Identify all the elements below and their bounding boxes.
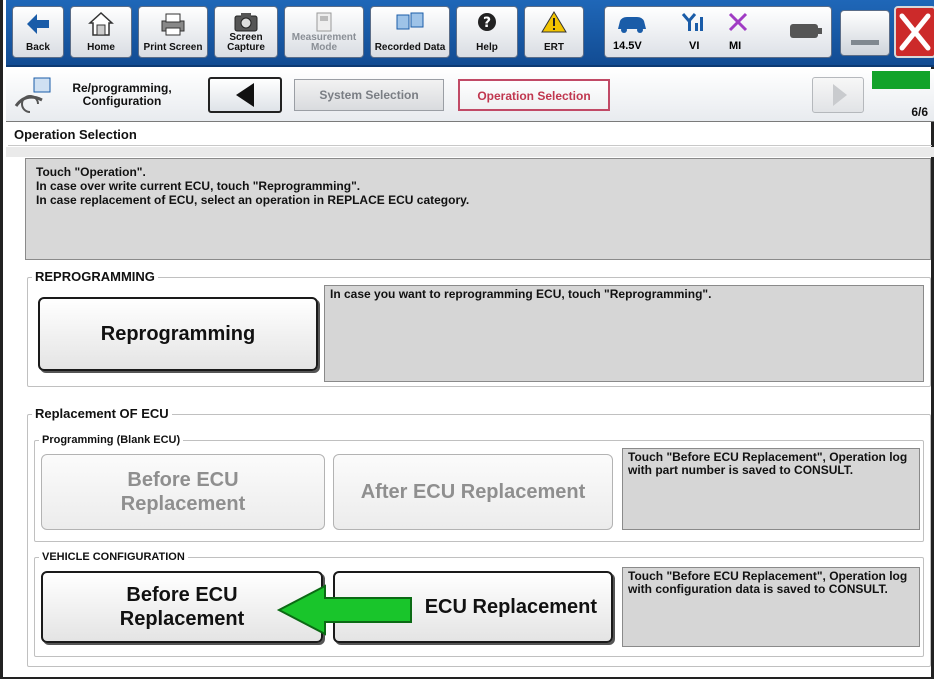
printer-icon bbox=[161, 13, 185, 36]
mi-status: MI bbox=[729, 40, 742, 52]
right-triangle-icon bbox=[833, 84, 847, 106]
battery-icon bbox=[790, 24, 822, 38]
instruction-line: In case replacement of ECU, select an op… bbox=[36, 193, 470, 207]
navigation-bar: Re/programming, Configuration System Sel… bbox=[6, 69, 934, 122]
warning-icon bbox=[541, 11, 567, 33]
vi-status: VI bbox=[689, 40, 700, 52]
green-pointer-arrow-icon bbox=[276, 584, 412, 636]
signal-icon bbox=[681, 13, 703, 31]
instruction-line: Touch "Operation". bbox=[36, 165, 146, 179]
next-step-button[interactable] bbox=[812, 77, 864, 113]
minimize-button[interactable] bbox=[840, 10, 890, 56]
meter-icon bbox=[316, 12, 332, 32]
group-title: REPROGRAMMING bbox=[32, 269, 158, 284]
home-icon bbox=[88, 11, 114, 36]
app-window: Back Home Print Screen Screen Capture Me… bbox=[0, 0, 934, 679]
button-label: Replacement bbox=[119, 608, 245, 630]
left-triangle-icon bbox=[236, 83, 254, 107]
instruction-box: Touch "Operation". In case over write cu… bbox=[25, 158, 931, 260]
app-title: Re/programming, Configuration bbox=[72, 81, 172, 108]
breadcrumb-operation-selection[interactable]: Operation Selection bbox=[458, 79, 610, 111]
app-indicator: Re/programming, Configuration bbox=[10, 74, 200, 118]
blank-after-ecu-replacement-button[interactable]: After ECU Replacement bbox=[333, 454, 613, 530]
camera-icon bbox=[234, 13, 258, 32]
group-title: Replacement OF ECU bbox=[32, 406, 172, 421]
svg-text:?: ? bbox=[483, 15, 491, 31]
button-label: Replacement bbox=[120, 493, 246, 515]
reprogramming-icon bbox=[14, 77, 51, 113]
screen-capture-button[interactable]: Screen Capture bbox=[214, 6, 278, 58]
help-icon: ? bbox=[478, 13, 496, 31]
vehicle-config-description: Touch "Before ECU Replacement", Operatio… bbox=[622, 567, 920, 647]
section-title: Operation Selection bbox=[8, 124, 932, 146]
status-panel: 14.5V VI MI bbox=[604, 6, 832, 58]
help-button[interactable]: ? Help bbox=[456, 6, 518, 58]
blank-ecu-description: Touch "Before ECU Replacement", Operatio… bbox=[622, 448, 920, 530]
reprogramming-description: In case you want to reprogramming ECU, t… bbox=[324, 285, 924, 382]
divider bbox=[6, 147, 934, 157]
instruction-line: In case over write current ECU, touch "R… bbox=[36, 179, 361, 193]
button-label: Before ECU bbox=[127, 469, 239, 491]
mi-disconnected-icon bbox=[728, 12, 748, 32]
breadcrumb-system-selection[interactable]: System Selection bbox=[294, 79, 444, 111]
step-progress: 6/6 bbox=[872, 71, 930, 119]
minimize-icon bbox=[851, 40, 879, 45]
group-title: VEHICLE CONFIGURATION bbox=[39, 551, 188, 563]
back-button[interactable]: Back bbox=[12, 6, 64, 58]
recorded-data-button[interactable]: Recorded Data bbox=[370, 6, 450, 58]
back-arrow-icon bbox=[27, 14, 49, 34]
voltage-readout: 14.5V bbox=[613, 40, 642, 52]
recorded-data-icon bbox=[396, 12, 424, 30]
car-battery-icon bbox=[618, 17, 646, 33]
previous-step-button[interactable] bbox=[208, 77, 282, 113]
measurement-mode-button[interactable]: Measurement Mode bbox=[284, 6, 364, 58]
close-button[interactable] bbox=[894, 6, 934, 58]
reprogramming-button[interactable]: Reprogramming bbox=[38, 297, 318, 371]
page-indicator: 6/6 bbox=[911, 105, 928, 119]
toolbar: Back Home Print Screen Screen Capture Me… bbox=[6, 0, 934, 67]
print-screen-button[interactable]: Print Screen bbox=[138, 6, 208, 58]
ert-button[interactable]: ERT bbox=[524, 6, 584, 58]
progress-bar bbox=[872, 71, 930, 89]
close-icon bbox=[899, 13, 931, 51]
button-label: Before ECU bbox=[126, 584, 238, 606]
blank-before-ecu-replacement-button[interactable]: Before ECU Replacement bbox=[41, 454, 325, 530]
group-title: Programming (Blank ECU) bbox=[39, 434, 184, 446]
home-button[interactable]: Home bbox=[70, 6, 132, 58]
